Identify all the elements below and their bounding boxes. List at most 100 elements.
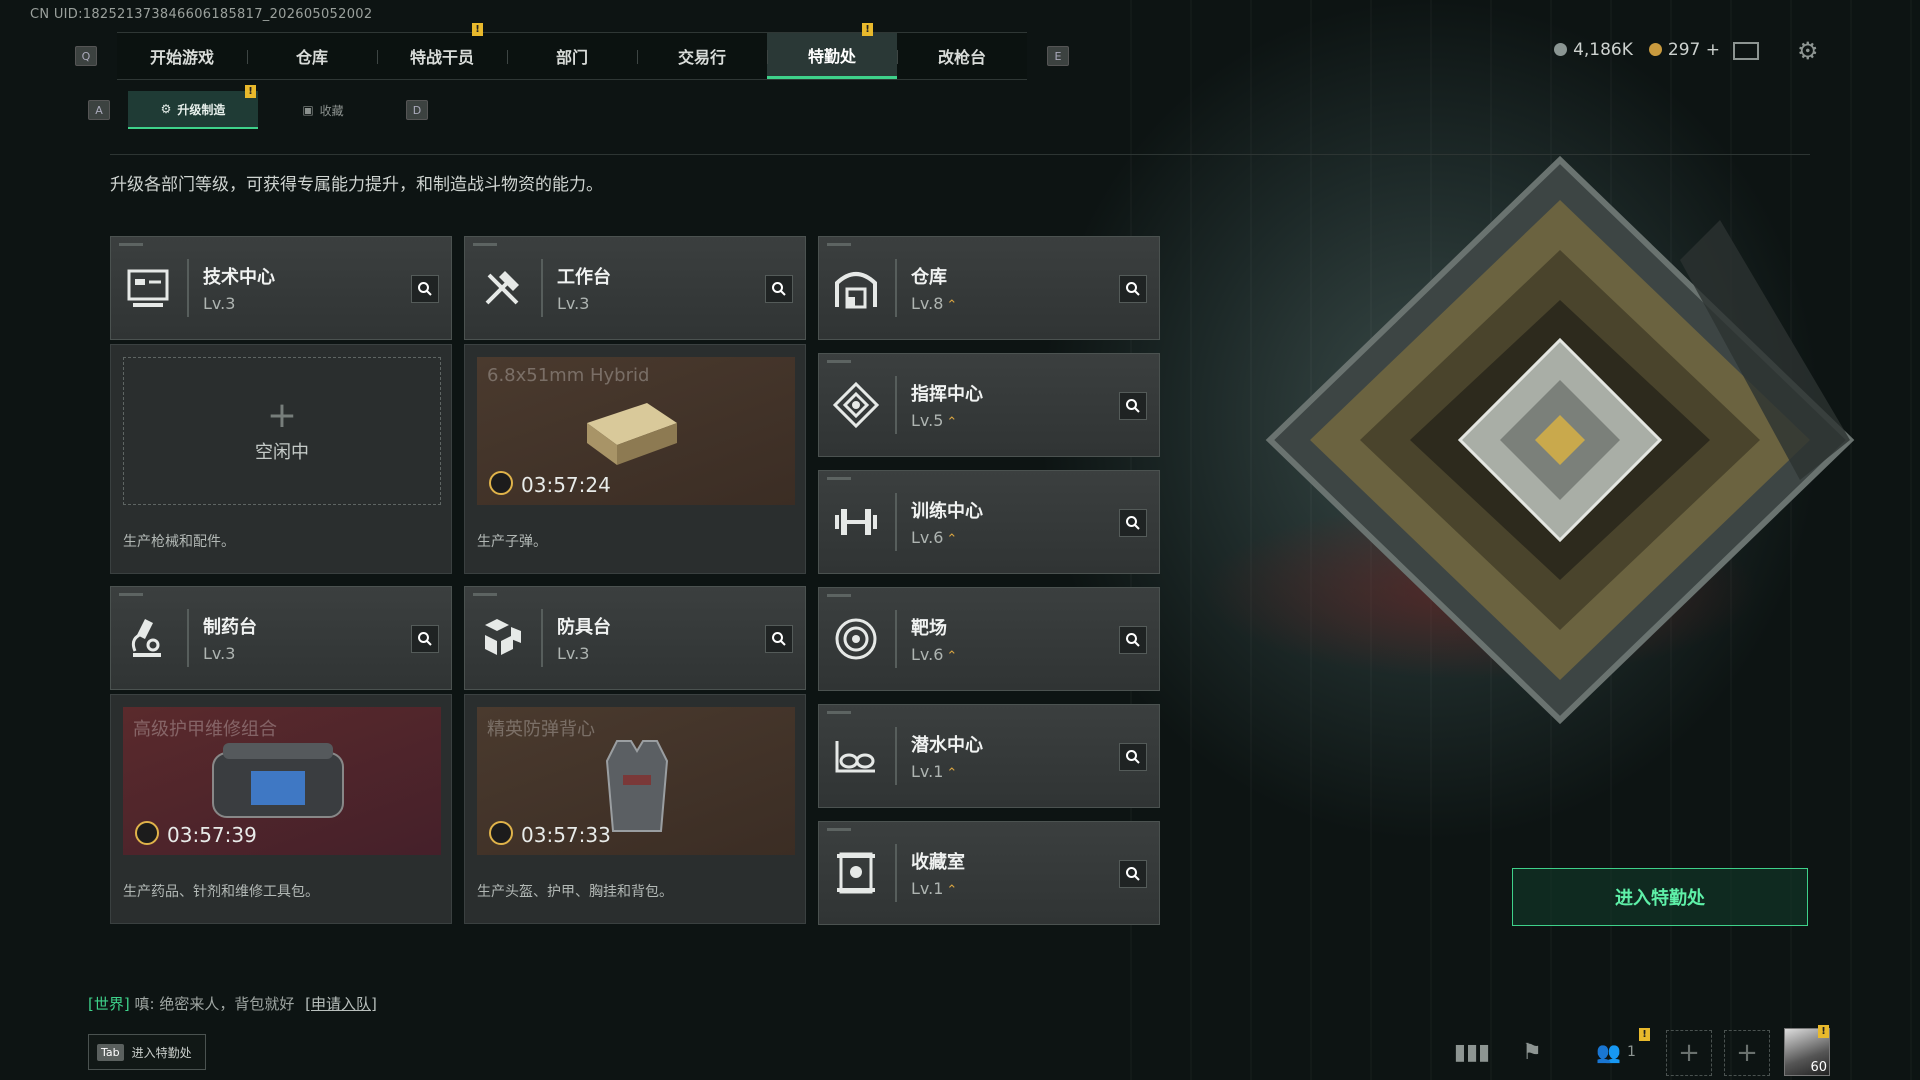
tech-center-production[interactable]: + 空闲中 生产枪械和配件。 xyxy=(110,344,452,574)
dept-card-tech-center[interactable]: 技术中心 Lv.3 xyxy=(110,236,452,340)
team-slot-empty[interactable]: + xyxy=(1724,1030,1770,1076)
search-icon[interactable] xyxy=(411,275,439,303)
mail-icon[interactable] xyxy=(1733,42,1759,60)
warning-badge: ! xyxy=(1639,1028,1650,1041)
upgrade-arrow-icon: ⌃ xyxy=(946,298,958,313)
tab-operators[interactable]: 特战干员! xyxy=(377,23,507,79)
dept-level: Lv.1 ⌃ xyxy=(911,879,957,898)
friends-icon: 👥 xyxy=(1596,1040,1621,1064)
production-description: 生产枪械和配件。 xyxy=(123,534,235,550)
join-team-link[interactable]: [申请入队] xyxy=(305,995,377,1013)
upgrade-arrow-icon: ⌃ xyxy=(946,532,958,547)
dept-card-collection-room[interactable]: 收藏室 Lv.1 ⌃ xyxy=(818,821,1160,925)
search-icon[interactable] xyxy=(765,625,793,653)
dept-name: 制药台 xyxy=(203,617,257,638)
dept-card-command-center[interactable]: 指挥中心 Lv.5 ⌃ xyxy=(818,353,1160,457)
production-description: 生产药品、针剂和维修工具包。 xyxy=(123,884,319,900)
tab-trading[interactable]: 交易行 xyxy=(637,33,767,79)
subtab-upgrade-craft[interactable]: ⚙ 升级制造 ! xyxy=(128,85,258,129)
card-separator xyxy=(895,610,897,668)
item-name: 6.8x51mm Hybrid xyxy=(487,365,650,386)
dept-name: 防具台 xyxy=(557,617,611,638)
card-tag xyxy=(119,593,143,596)
upgrade-craft-icon: ⚙ xyxy=(160,102,172,116)
card-tag xyxy=(827,360,851,363)
search-icon[interactable] xyxy=(765,275,793,303)
user-uid: CN UID:18252137384660618581​7_2026050520… xyxy=(30,7,373,22)
dept-level: Lv.1 ⌃ xyxy=(911,762,957,781)
avatar[interactable]: 60 ! xyxy=(1784,1025,1830,1076)
workbench-production[interactable]: 6.8x51mm Hybrid 03:57:24 生产子弹。 xyxy=(464,344,806,574)
search-icon[interactable] xyxy=(1119,509,1147,537)
friends-count: 1 xyxy=(1626,1044,1636,1060)
gear-icon[interactable]: ⚙ xyxy=(1797,39,1819,63)
dept-level: Lv.5 ⌃ xyxy=(911,411,957,430)
ammo-box-image xyxy=(587,403,677,465)
tab-hint-button[interactable]: Tab 进入特勤处 xyxy=(88,1034,206,1070)
card-tag xyxy=(827,243,851,246)
subtab-upgrade-craft-label: 升级制造 xyxy=(177,102,226,117)
top-nav: Q 开始游戏 仓库 特战干员! 部门 交易行 特勤处! 改枪台 E xyxy=(75,23,1069,80)
dept-name: 收藏室 xyxy=(911,852,965,873)
dept-card-armor-bench[interactable]: 防具台 Lv.3 xyxy=(464,586,806,690)
production-item[interactable]: 高级护甲维修组合 03:57:39 xyxy=(123,707,441,855)
pharmacy-production[interactable]: 高级护甲维修组合 03:57:39 生产药品、针剂和维修工具包。 xyxy=(110,694,452,924)
production-item[interactable]: 精英防弹背心 03:57:33 xyxy=(477,707,795,855)
add-gold-button[interactable]: + xyxy=(1706,40,1720,60)
dept-card-diving-center[interactable]: 潜水中心 Lv.1 ⌃ xyxy=(818,704,1160,808)
dept-card-warehouse[interactable]: 仓库 Lv.8 ⌃ xyxy=(818,236,1160,340)
dept-card-workbench[interactable]: 工作台 Lv.3 xyxy=(464,236,806,340)
tab-start-game[interactable]: 开始游戏 xyxy=(117,33,247,79)
search-icon[interactable] xyxy=(1119,860,1147,888)
search-icon[interactable] xyxy=(1119,626,1147,654)
dept-name: 仓库 xyxy=(911,267,947,288)
card-separator xyxy=(541,259,543,317)
subtab-collection[interactable]: ▣ 收藏 xyxy=(258,92,388,128)
dept-level: Lv.3 xyxy=(557,294,590,313)
dept-level: Lv.3 xyxy=(557,644,590,663)
item-name: 精英防弹背心 xyxy=(487,719,595,740)
chat-channel[interactable]: [世界] xyxy=(88,995,130,1013)
tab-gunsmith[interactable]: 改枪台 xyxy=(897,33,1027,79)
currency-bar: 4,186K 297 + xyxy=(1554,40,1800,60)
search-icon[interactable] xyxy=(1119,275,1147,303)
armor-bench-production[interactable]: 精英防弹背心 03:57:33 生产头盔、护甲、胸挂和背包。 xyxy=(464,694,806,924)
main-tabs: 开始游戏 仓库 特战干员! 部门 交易行 特勤处! 改枪台 xyxy=(117,23,1027,80)
card-separator xyxy=(187,609,189,667)
gold-currency[interactable]: 297 + xyxy=(1648,40,1720,60)
dept-level-text: Lv.6 xyxy=(911,528,944,547)
armor-blocks-icon xyxy=(485,619,521,655)
dept-level: Lv.3 xyxy=(203,294,236,313)
microscope-icon xyxy=(131,619,161,657)
dept-card-pharmacy[interactable]: 制药台 Lv.3 xyxy=(110,586,452,690)
friends-button[interactable]: 👥 1 ! xyxy=(1586,1028,1650,1074)
vest-image xyxy=(605,740,669,832)
production-item[interactable]: 6.8x51mm Hybrid 03:57:24 xyxy=(477,357,795,505)
upgrade-arrow-icon: ⌃ xyxy=(946,649,958,664)
upgrade-arrow-icon: ⌃ xyxy=(946,883,958,898)
flag-icon[interactable]: ⚑ xyxy=(1514,1030,1550,1074)
enter-special-ops-button[interactable]: 进入特勤处 xyxy=(1512,868,1808,926)
collection-icon: ▣ xyxy=(302,103,314,117)
dept-card-shooting-range[interactable]: 靶场 Lv.6 ⌃ xyxy=(818,587,1160,691)
silver-amount: 4,186K xyxy=(1573,40,1633,60)
card-tag xyxy=(827,828,851,831)
page-description: 升级各部门等级，可获得专属能力提升，和制造战斗物资的能力。 xyxy=(110,175,603,195)
chat-text: 绝密来人，背包就好 xyxy=(159,995,295,1013)
warning-badge: ! xyxy=(472,23,483,36)
team-slot-empty[interactable]: + xyxy=(1666,1030,1712,1076)
dept-name: 靶场 xyxy=(911,618,947,639)
search-icon[interactable] xyxy=(1119,743,1147,771)
tab-departments[interactable]: 部门 xyxy=(507,33,637,79)
tab-warehouse[interactable]: 仓库 xyxy=(247,33,377,79)
dept-card-training-center[interactable]: 训练中心 Lv.6 ⌃ xyxy=(818,470,1160,574)
silver-coin-icon xyxy=(1554,43,1568,56)
stats-icon[interactable]: ▮▮▮ xyxy=(1454,1030,1490,1074)
chat-message: [世界] 嗔: 绝密来人，背包就好 [申请入队] xyxy=(88,993,377,1014)
gold-amount: 297 xyxy=(1667,40,1701,60)
diving-goggles-icon xyxy=(835,741,875,773)
search-icon[interactable] xyxy=(1119,392,1147,420)
search-icon[interactable] xyxy=(411,625,439,653)
idle-slot[interactable]: + 空闲中 xyxy=(123,357,441,505)
tab-special-ops[interactable]: 特勤处! xyxy=(767,23,897,79)
